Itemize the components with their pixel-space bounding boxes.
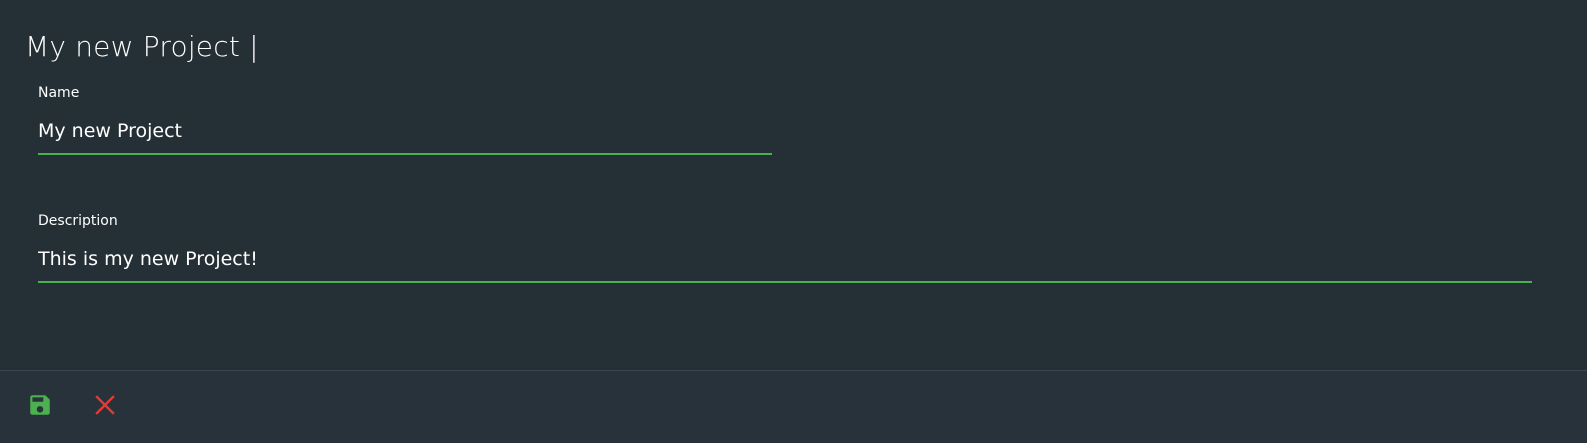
name-field: Name bbox=[38, 84, 772, 155]
name-underline bbox=[38, 153, 772, 155]
name-label: Name bbox=[38, 85, 80, 101]
action-toolbar bbox=[0, 370, 1587, 443]
description-underline bbox=[38, 281, 1532, 283]
description-field: Description bbox=[38, 212, 1532, 283]
description-label: Description bbox=[38, 213, 118, 229]
close-icon bbox=[95, 395, 115, 415]
header: My new Project | bbox=[25, 26, 259, 66]
save-button[interactable] bbox=[24, 389, 56, 421]
description-input[interactable] bbox=[38, 246, 1532, 272]
cancel-button[interactable] bbox=[89, 389, 121, 421]
project-editor: My new Project | Name Description bbox=[0, 0, 1587, 443]
floppy-disk-icon bbox=[30, 395, 50, 415]
name-input[interactable] bbox=[38, 118, 772, 144]
page-title: My new Project | bbox=[25, 29, 259, 63]
